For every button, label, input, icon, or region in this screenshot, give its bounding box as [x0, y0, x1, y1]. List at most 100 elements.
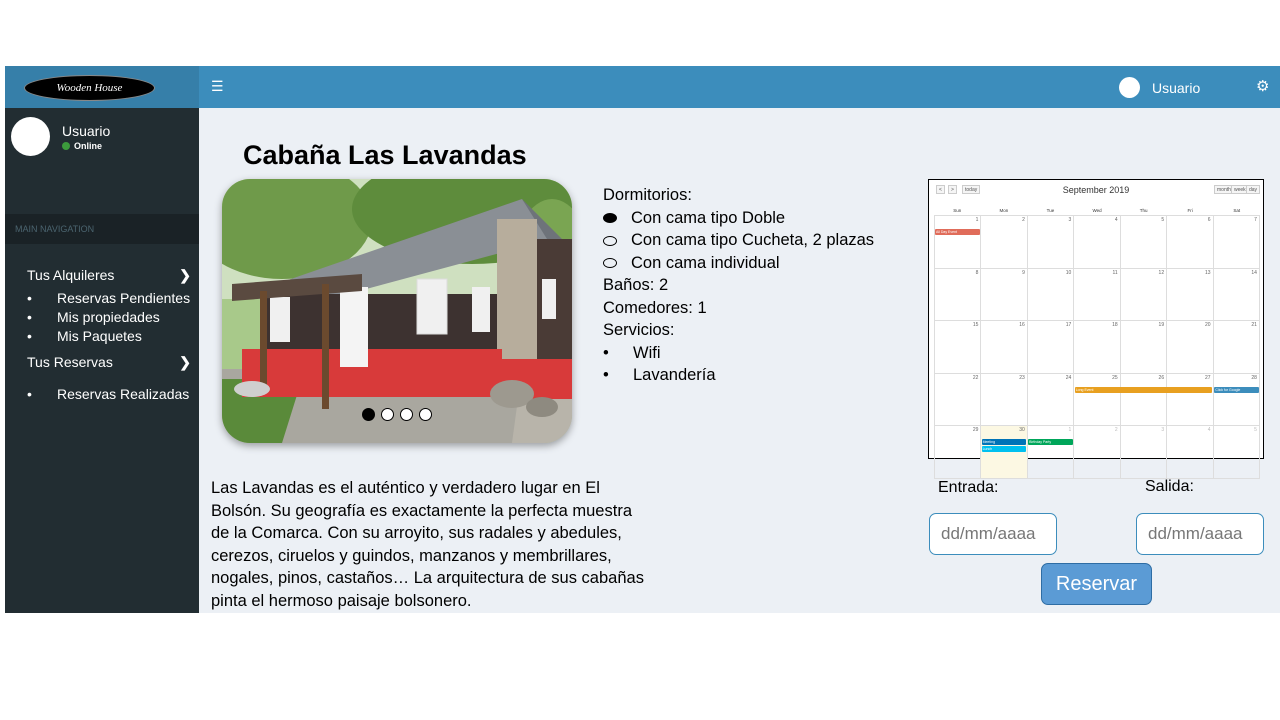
checkout-date-input[interactable]	[1136, 513, 1264, 555]
calendar-event[interactable]: Lunch	[981, 446, 1027, 452]
bedroom-option-doble[interactable]: Con cama tipo Doble	[603, 207, 874, 230]
calendar-day-number: 3	[1161, 427, 1165, 433]
checkin-date-input[interactable]	[929, 513, 1057, 555]
calendar-day-number: 4	[1114, 217, 1118, 223]
calendar-event[interactable]: All Day Event	[935, 229, 980, 235]
calendar-day-number: 28	[1251, 374, 1257, 381]
gears-icon[interactable]: ⚙	[1256, 77, 1269, 95]
calendar-day-number: 16	[1019, 322, 1025, 328]
calendar-day-number: 23	[1019, 374, 1025, 381]
calendar-day-number: 2	[1022, 217, 1025, 223]
calendar-event[interactable]: Meeting	[981, 439, 1027, 445]
chevron-right-icon: ❯	[179, 354, 191, 370]
calendar-day[interactable]: 12	[1121, 268, 1168, 320]
calendar-day[interactable]: 4	[1167, 426, 1214, 478]
carousel-dot[interactable]	[362, 408, 375, 421]
calendar-day[interactable]: 28	[1214, 373, 1260, 425]
sidebar-item-tus-reservas[interactable]: Tus Reservas ❯	[27, 354, 193, 370]
calendar-day[interactable]: 26	[1121, 373, 1168, 425]
calendar-day[interactable]: 5	[1121, 216, 1168, 268]
calendar-weekday: Fri	[1187, 208, 1193, 213]
online-status-icon	[62, 142, 70, 150]
radio-icon[interactable]	[603, 235, 617, 246]
calendar-day[interactable]: 3	[1121, 426, 1168, 478]
radio-selected-icon[interactable]	[603, 213, 617, 224]
calendar-day[interactable]: 6	[1167, 216, 1214, 268]
calendar-day[interactable]: 2	[981, 216, 1028, 268]
bedroom-option-individual[interactable]: Con cama individual	[603, 252, 874, 275]
carousel-dot[interactable]	[419, 408, 432, 421]
calendar-day[interactable]: 20	[1167, 321, 1214, 373]
app-logo[interactable]: Wooden House	[24, 75, 155, 101]
sidebar-user-name: Usuario	[62, 123, 111, 139]
checkout-label: Salida:	[1145, 478, 1194, 495]
calendar-day[interactable]: 24	[1028, 373, 1075, 425]
calendar-day-number: 10	[1065, 269, 1072, 276]
calendar-day[interactable]: 16	[981, 321, 1028, 373]
calendar-day-number: 4	[1207, 427, 1211, 433]
sidebar-item-reservas-realizadas[interactable]: • Reservas Realizadas	[27, 386, 189, 402]
carousel-dot[interactable]	[400, 408, 413, 421]
service-item: • Lavandería	[603, 364, 874, 387]
calendar-day-number: 29	[972, 427, 979, 433]
calendar-day[interactable]: 25	[1074, 373, 1121, 425]
calendar-day-number: 22	[972, 374, 979, 381]
hamburger-icon[interactable]: ☰	[211, 78, 224, 95]
calendar-day-button[interactable]: day	[1246, 185, 1261, 194]
page-title: Cabaña Las Lavandas	[243, 140, 527, 170]
calendar-day-number: 18	[1112, 322, 1118, 328]
dining-info: Comedores: 1	[603, 298, 707, 317]
calendar-day[interactable]: 4	[1074, 216, 1121, 268]
avatar[interactable]	[1119, 77, 1140, 98]
carousel-dot[interactable]	[381, 408, 394, 421]
sidebar-item-mis-propiedades[interactable]: • Mis propiedades	[27, 309, 160, 325]
user-panel: Usuario Online	[5, 108, 199, 208]
calendar-weekday: Sun	[953, 208, 962, 213]
calendar-day[interactable]: 14	[1214, 268, 1260, 320]
top-user-name[interactable]: Usuario	[1152, 80, 1200, 96]
calendar-day[interactable]: 22	[934, 373, 982, 425]
calendar-day-number: 25	[1112, 374, 1118, 381]
calendar-event[interactable]: Click for Google	[1214, 386, 1259, 393]
calendar-day[interactable]: 10	[1028, 268, 1075, 320]
bullet-icon: •	[603, 343, 609, 362]
calendar-day[interactable]: 2	[1074, 426, 1121, 478]
bedroom-option-label: Con cama tipo Doble	[631, 208, 786, 227]
calendar-day[interactable]: 7	[1214, 216, 1260, 268]
calendar-day[interactable]: 13	[1167, 268, 1214, 320]
calendar-day[interactable]: 29	[934, 426, 982, 478]
sidebar-item-tus-alquileres[interactable]: Tus Alquileres ❯	[27, 267, 193, 283]
calendar-day[interactable]: 19	[1121, 321, 1168, 373]
calendar-day[interactable]: 1	[1028, 426, 1075, 478]
sidebar-item-label: Mis propiedades	[57, 309, 160, 325]
calendar-day[interactable]: 17	[1028, 321, 1075, 373]
calendar-day[interactable]: 1	[934, 216, 982, 268]
calendar-event[interactable]: Birthday Party	[1028, 439, 1073, 445]
sidebar-item-label: Reservas Pendientes	[57, 290, 191, 306]
calendar-day[interactable]: 3	[1028, 216, 1075, 268]
reserve-button[interactable]: Reservar	[1041, 563, 1152, 605]
calendar-day[interactable]: 21	[1214, 321, 1260, 373]
sidebar-item-reservas-pendientes[interactable]: • Reservas Pendientes	[27, 290, 190, 306]
calendar-day[interactable]: 15	[934, 321, 982, 373]
calendar-day[interactable]: 5	[1214, 426, 1260, 478]
calendar-day[interactable]: 8	[934, 268, 982, 320]
checkin-label: Entrada:	[938, 479, 999, 496]
bedroom-option-cucheta[interactable]: Con cama tipo Cucheta, 2 plazas	[603, 229, 874, 252]
calendar-day[interactable]: 11	[1074, 268, 1121, 320]
calendar-day[interactable]: 23	[981, 373, 1028, 425]
calendar-event[interactable]: Long Event	[1074, 386, 1213, 393]
calendar-weekday: Thu	[1139, 208, 1148, 213]
bedroom-option-label: Con cama tipo Cucheta, 2 plazas	[631, 231, 875, 249]
calendar-grid: Sun Mon Tue Wed Thu Fri Sat 1 2 3 4 5 6 7 All Day Eve…	[934, 208, 1260, 479]
calendar-day[interactable]: 27	[1167, 373, 1214, 425]
radio-icon[interactable]	[603, 258, 617, 269]
calendar-day[interactable]: 9	[981, 268, 1028, 320]
calendar-day-number: 3	[1068, 217, 1072, 223]
services-heading: Servicios:	[603, 321, 675, 339]
sidebar-item-mis-paquetes[interactable]: • Mis Paquetes	[27, 328, 142, 344]
service-label: Lavandería	[633, 366, 716, 384]
calendar-day[interactable]: 18	[1074, 321, 1121, 373]
user-status: Online	[62, 141, 102, 151]
property-details: Dormitorios: Con cama tipo Doble Con cam…	[603, 184, 874, 387]
